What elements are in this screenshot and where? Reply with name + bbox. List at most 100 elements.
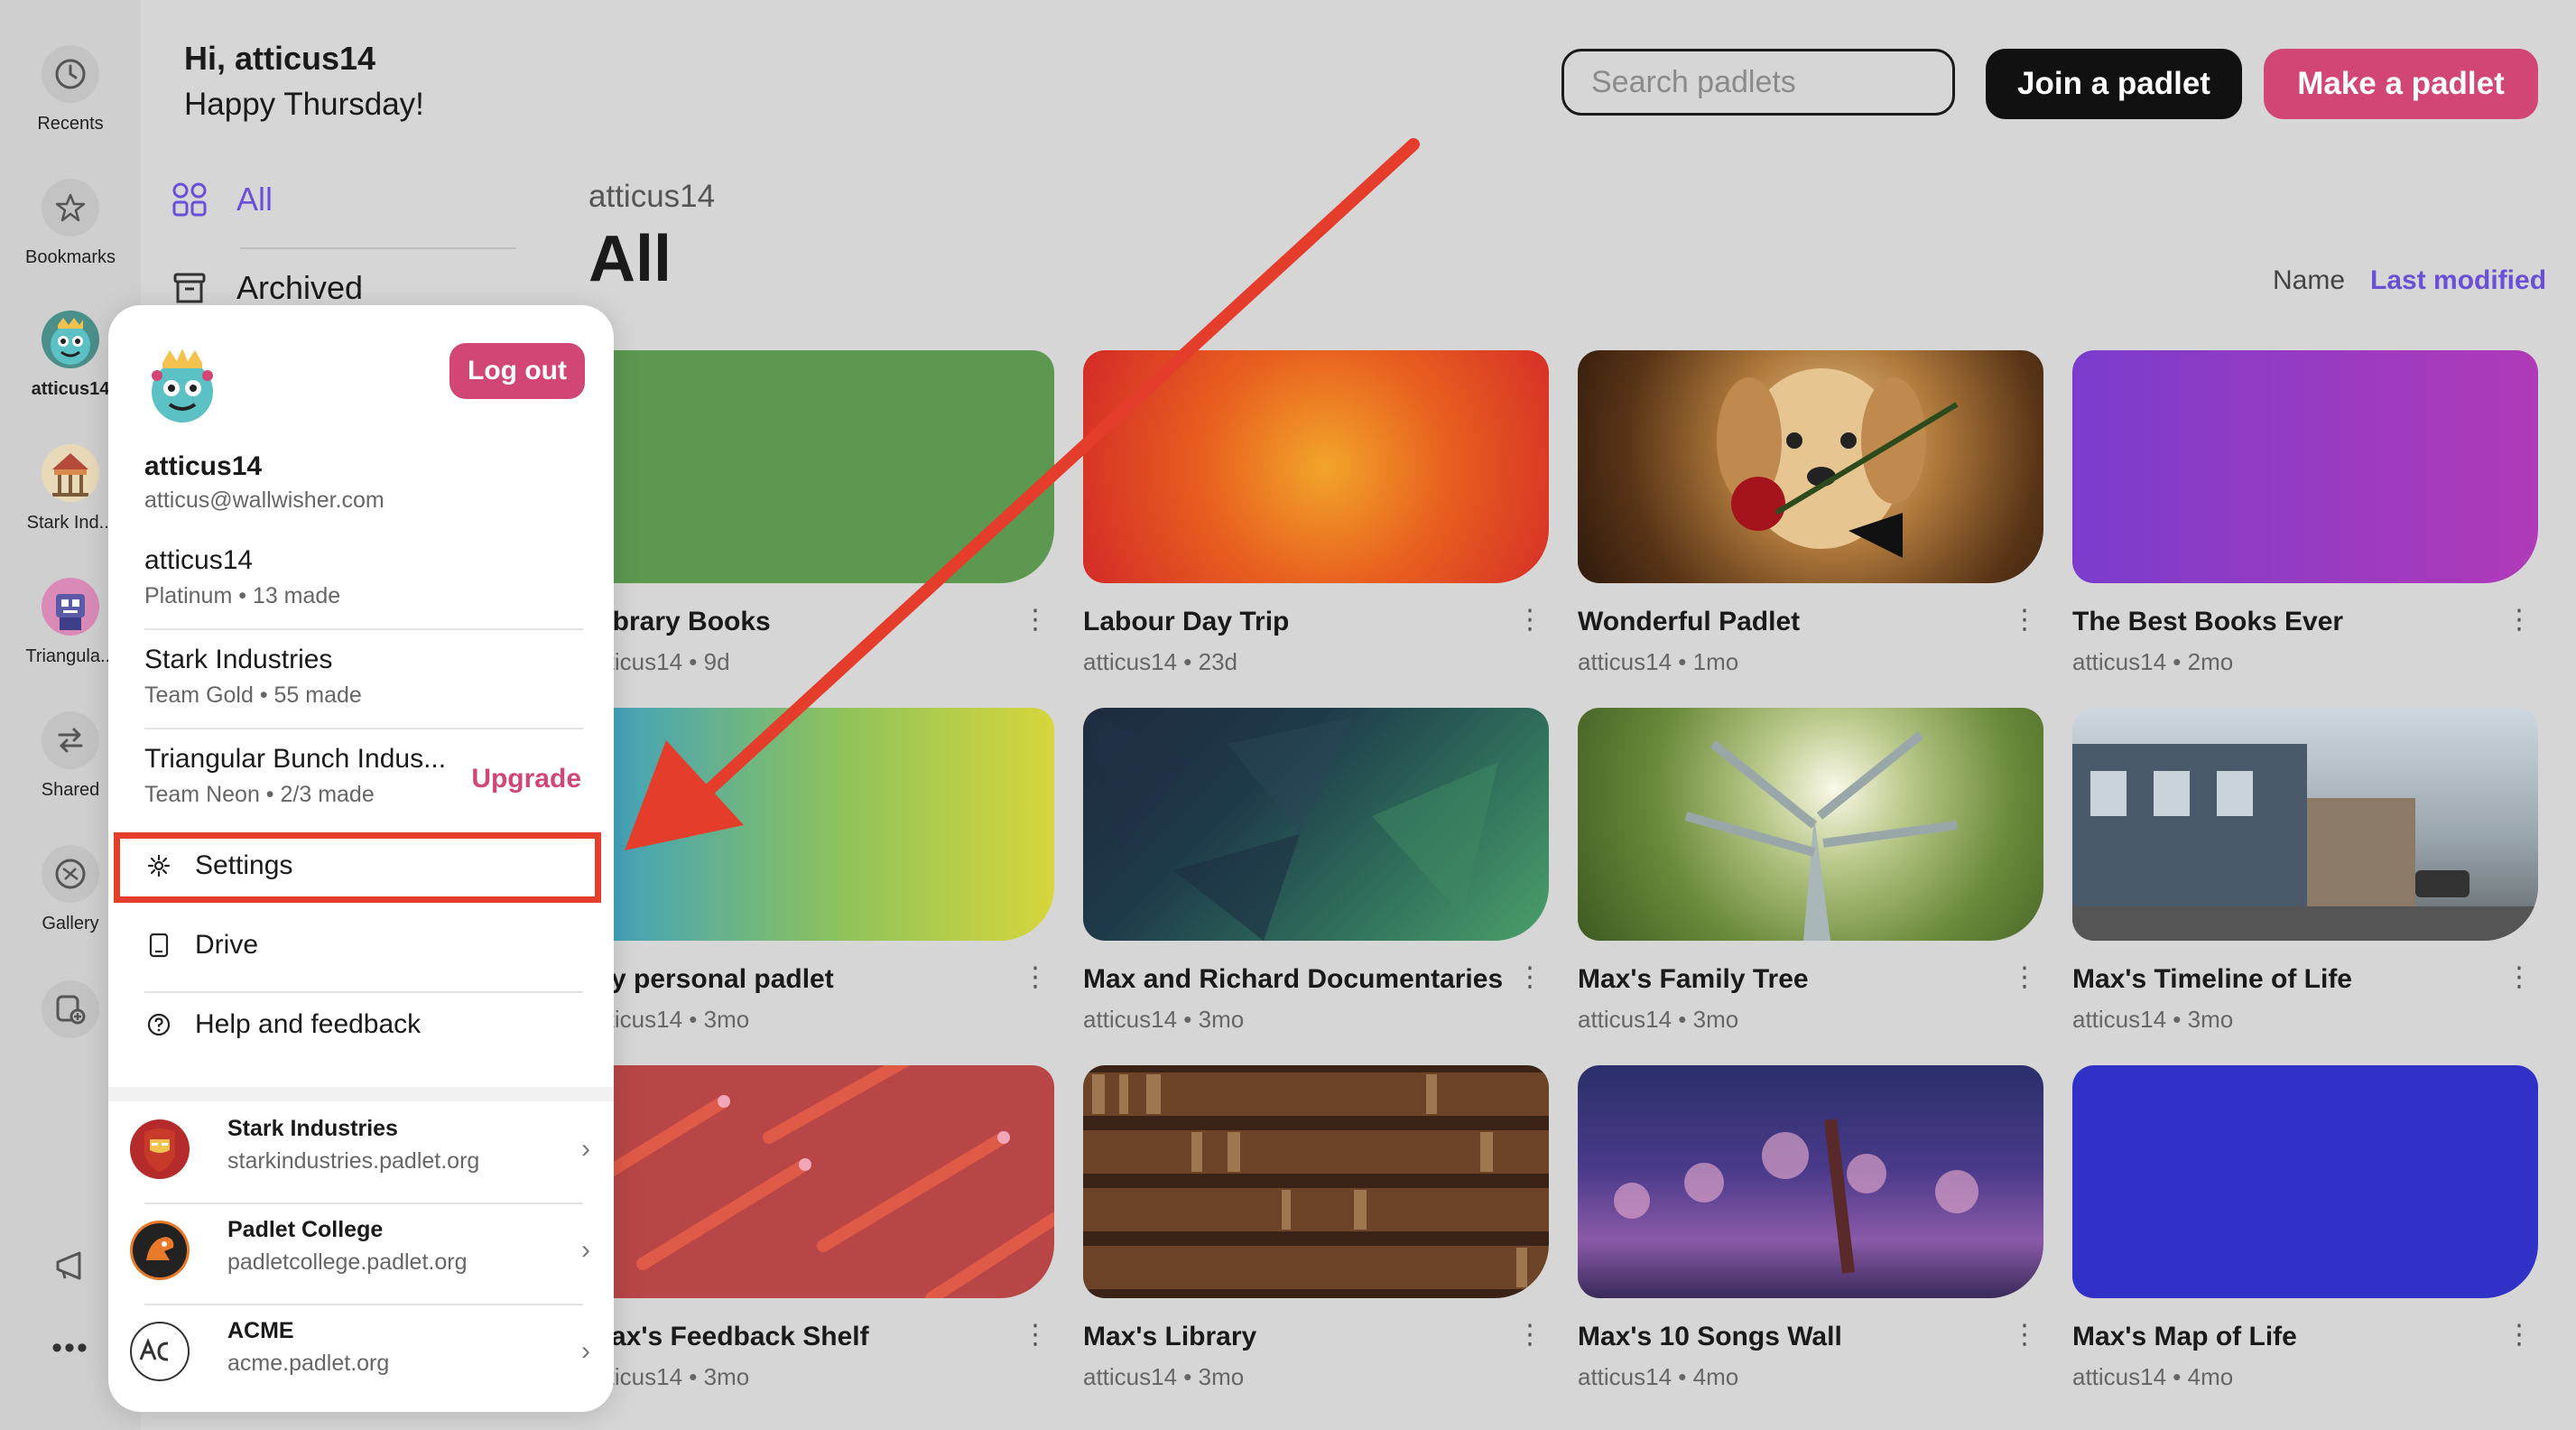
rail-bookmarks[interactable]: Bookmarks [0, 179, 141, 268]
menu-drive[interactable]: Drive [144, 930, 258, 961]
robot-avatar [42, 578, 99, 636]
popup-username: atticus14 [144, 451, 263, 481]
card-menu-icon[interactable]: ⋮ [2506, 964, 2533, 991]
card-thumbnail [2072, 708, 2538, 941]
card-title: My personal padlet [588, 964, 834, 994]
join-padlet-button[interactable]: Join a padlet [1986, 49, 2242, 119]
card-menu-icon[interactable]: ⋮ [2011, 607, 2038, 634]
owner-label: atticus14 [588, 179, 716, 214]
rail-label: Stark Ind... [26, 513, 115, 533]
card-thumbnail [1578, 350, 2043, 583]
account-item-stark[interactable]: Stark Industries Team Gold • 55 made [144, 645, 581, 709]
nav-archived[interactable]: Archived [171, 269, 363, 307]
archive-icon [171, 270, 208, 306]
org-item-stark[interactable]: Stark Industries starkindustries.padlet.… [130, 1107, 590, 1195]
search-input[interactable] [1561, 49, 1955, 116]
sort-by-last-modified[interactable]: Last modified [2370, 265, 2546, 296]
org-item-acme[interactable]: ACME acme.padlet.org › [130, 1309, 590, 1398]
card-meta: atticus14 • 23d [1083, 648, 1237, 675]
bookshelf-image [1092, 1074, 1527, 1287]
card-title: Max's Family Tree [1578, 964, 1809, 994]
nav-all[interactable]: All [171, 181, 273, 218]
popup-email: atticus@wallwisher.com [144, 488, 385, 513]
padlet-card[interactable]: Max's 10 Songs Wall atticus14 • 4mo ⋮ [1578, 1065, 2043, 1391]
add-padlet-icon [42, 980, 99, 1038]
pencil-pattern [600, 1065, 1054, 1298]
card-title: Wonderful Padlet [1578, 607, 1801, 636]
card-menu-icon[interactable]: ⋮ [2506, 1322, 2533, 1349]
rail-recents[interactable]: Recents [0, 45, 141, 135]
padlet-card[interactable]: My personal padlet atticus14 • 3mo ⋮ [588, 708, 1054, 1034]
card-meta: atticus14 • 3mo [588, 1363, 750, 1390]
more-dots-icon: ••• [51, 1331, 89, 1365]
grid-icon [171, 181, 208, 218]
padlet-card[interactable]: The Best Books Ever atticus14 • 2mo ⋮ [2072, 350, 2538, 676]
padlet-card[interactable]: Library Books atticus14 • 9d ⋮ [588, 350, 1054, 676]
account-menu: Log out atticus14 atticus@wallwisher.com… [108, 305, 614, 1412]
rail-label: Triangula... [25, 646, 116, 666]
subgreeting: Happy Thursday! [184, 87, 424, 122]
make-padlet-button[interactable]: Make a padlet [2264, 49, 2538, 119]
account-meta: Platinum • 13 made [144, 583, 341, 608]
menu-help[interactable]: Help and feedback [144, 1009, 421, 1040]
padlet-card[interactable]: Labour Day Trip atticus14 • 23d ⋮ [1083, 350, 1549, 676]
logout-button[interactable]: Log out [449, 343, 585, 399]
divider [144, 1202, 583, 1204]
card-thumbnail [588, 350, 1054, 583]
rail-label: Bookmarks [24, 247, 116, 267]
chevron-right-icon: › [581, 1235, 590, 1265]
gallery-icon [42, 845, 99, 903]
street-image [2072, 744, 2538, 941]
card-thumbnail [1083, 350, 1549, 583]
org-name: ACME [227, 1318, 294, 1343]
padlet-card[interactable]: Max and Richard Documentaries atticus14 … [1083, 708, 1549, 1034]
card-meta: atticus14 • 1mo [1578, 648, 1739, 675]
card-menu-icon[interactable]: ⋮ [1516, 964, 1543, 991]
card-menu-icon[interactable]: ⋮ [1516, 607, 1543, 634]
account-meta: Team Gold • 55 made [144, 682, 362, 708]
padlet-card[interactable]: Max's Map of Life atticus14 • 4mo ⋮ [2072, 1065, 2538, 1391]
monster-avatar [42, 311, 99, 368]
org-name: Stark Industries [227, 1116, 398, 1141]
settings-highlight-box [114, 832, 601, 903]
account-name: atticus14 [144, 545, 254, 575]
card-menu-icon[interactable]: ⋮ [2506, 607, 2533, 634]
card-menu-icon[interactable]: ⋮ [1022, 607, 1049, 634]
card-thumbnail [1578, 708, 2043, 941]
card-meta: atticus14 • 3mo [2072, 1006, 2234, 1033]
rail-label: Shared [41, 780, 100, 800]
sort-by-name[interactable]: Name [2273, 265, 2345, 296]
padlet-card[interactable]: Max's Timeline of Life atticus14 • 3mo ⋮ [2072, 708, 2538, 1034]
card-menu-icon[interactable]: ⋮ [2011, 1322, 2038, 1349]
rail-label: Recents [37, 114, 104, 134]
carousel-avatar [42, 444, 99, 502]
polygon-pattern [1083, 708, 1498, 941]
padlet-card[interactable]: Max's Library atticus14 • 3mo ⋮ [1083, 1065, 1549, 1391]
card-title: Library Books [588, 607, 771, 636]
section-gap [108, 1087, 614, 1101]
divider [144, 1304, 583, 1305]
card-meta: atticus14 • 3mo [588, 1006, 750, 1033]
padlet-card[interactable]: Wonderful Padlet atticus14 • 1mo ⋮ [1578, 350, 2043, 676]
card-title: Max's Map of Life [2072, 1322, 2297, 1351]
card-title: Max's Feedback Shelf [588, 1322, 869, 1351]
org-name: Padlet College [227, 1217, 384, 1242]
card-menu-icon[interactable]: ⋮ [1022, 1322, 1049, 1349]
org-url: acme.padlet.org [227, 1351, 390, 1376]
card-thumbnail [1083, 1065, 1549, 1298]
divider [144, 991, 583, 993]
card-menu-icon[interactable]: ⋮ [1022, 964, 1049, 991]
orchestra-image [1614, 1119, 1978, 1274]
account-item-atticus14[interactable]: atticus14 Platinum • 13 made [144, 545, 581, 609]
upgrade-link[interactable]: Upgrade [471, 764, 581, 794]
nav-divider [240, 247, 516, 249]
org-item-padlet-college[interactable]: Padlet College padletcollege.padlet.org … [130, 1208, 590, 1296]
org-url: padletcollege.padlet.org [227, 1249, 468, 1275]
padlet-card[interactable]: Max's Feedback Shelf atticus14 • 3mo ⋮ [588, 1065, 1054, 1391]
card-menu-icon[interactable]: ⋮ [2011, 964, 2038, 991]
padlet-card[interactable]: Max's Family Tree atticus14 • 3mo ⋮ [1578, 708, 2043, 1034]
card-menu-icon[interactable]: ⋮ [1516, 1322, 1543, 1349]
card-title: Max's Timeline of Life [2072, 964, 2352, 994]
account-item-triangular[interactable]: Triangular Bunch Indus... Team Neon • 2/… [144, 744, 581, 808]
card-title: Max's 10 Songs Wall [1578, 1322, 1842, 1351]
